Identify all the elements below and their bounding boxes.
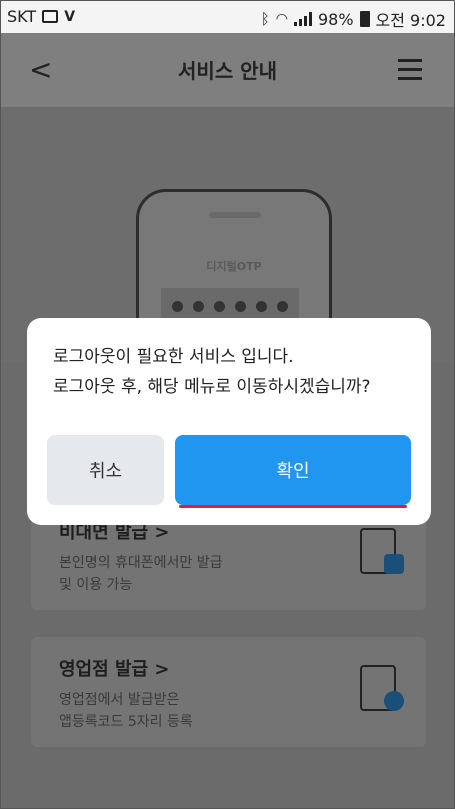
card-desc: 영업점에서 발급받은 앱등록코드 5자리 등록: [59, 692, 193, 730]
highlight-underline: [179, 505, 407, 508]
page-title: 서비스 안내: [178, 59, 277, 83]
dialog-line-2: 로그아웃 후, 해당 메뉴로 이동하시겠습니까?: [53, 377, 371, 397]
card-title: 영업점 발급 >: [59, 659, 170, 680]
screen: SKT V ᛒ ◠ 98% 오전 9:02 < 서비스 안내 디지털OTP 비대…: [0, 0, 455, 809]
logout-dialog: 로그아웃이 필요한 서비스 입니다. 로그아웃 후, 해당 메뉴로 이동하시겠습…: [27, 318, 431, 525]
volte-icon: V: [64, 8, 76, 25]
location-pin-icon: [384, 691, 404, 711]
dialog-message: 로그아웃이 필요한 서비스 입니다. 로그아웃 후, 해당 메뉴로 이동하시겠습…: [53, 342, 371, 402]
gallery-icon: [42, 10, 59, 23]
dialog-line-1: 로그아웃이 필요한 서비스 입니다.: [53, 347, 294, 367]
battery-label: 98%: [317, 9, 354, 29]
wifi-icon: ◠: [275, 11, 288, 27]
carrier-label: SKT: [7, 7, 37, 26]
card-branch-issue[interactable]: 영업점 발급 > 영업점에서 발급받은 앱등록코드 5자리 등록: [31, 637, 426, 747]
menu-icon[interactable]: [398, 59, 422, 80]
status-bar: SKT V ᛒ ◠ 98% 오전 9:02: [1, 1, 454, 33]
card-desc: 본인명의 휴대폰에서만 발급 및 이용 가능: [59, 555, 223, 593]
cancel-button[interactable]: 취소: [47, 435, 164, 505]
otp-label: 디지털OTP: [206, 260, 262, 273]
confirm-button[interactable]: 확인: [175, 435, 411, 505]
time-label: 오전 9:02: [375, 11, 446, 30]
battery-icon: [359, 11, 370, 27]
signal-icon: [293, 12, 312, 26]
app-header: < 서비스 안내: [1, 33, 454, 107]
shield-icon: [384, 554, 404, 574]
bluetooth-icon: ᛒ: [260, 10, 270, 28]
phone-speaker: [209, 212, 261, 218]
